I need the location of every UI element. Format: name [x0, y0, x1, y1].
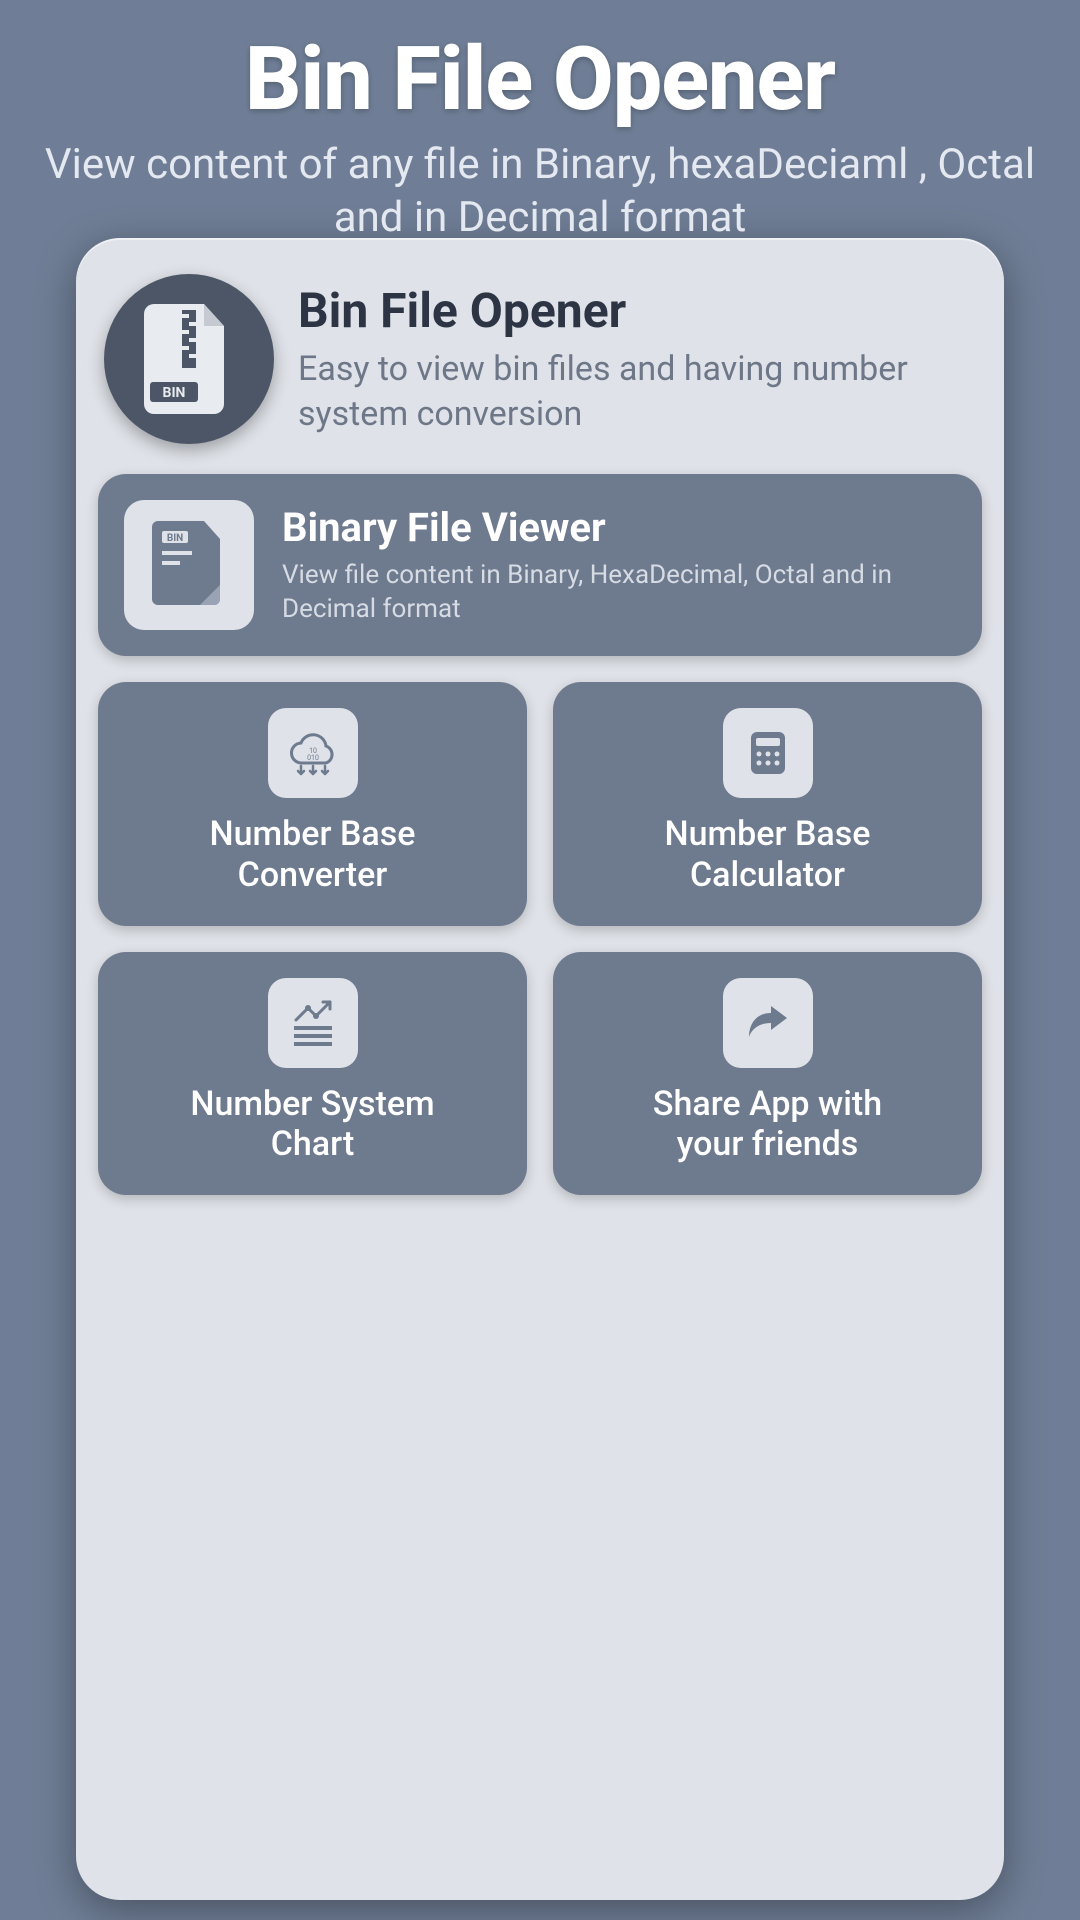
hero-subtitle: View content of any file in Binary, hexa…	[0, 139, 1080, 244]
feature-subtitle: View file content in Binary, HexaDecimal…	[282, 559, 956, 627]
hero-title: Bin File Opener	[0, 28, 1080, 131]
feature-text: Binary File Viewer View file content in …	[282, 504, 956, 627]
share-icon	[723, 978, 813, 1068]
tile-label: Number Base Converter	[210, 814, 416, 896]
tile-grid: 10 010 Number Base Converter	[98, 682, 982, 1195]
bin-file-icon: BIN	[144, 304, 234, 414]
tile-number-base-converter[interactable]: 10 010 Number Base Converter	[98, 682, 527, 926]
main-card: BIN Bin File Opener Easy to view bin fil…	[76, 238, 1004, 1900]
hero: Bin File Opener View content of any file…	[0, 0, 1080, 244]
app-icon: BIN	[104, 274, 274, 444]
feature-binary-file-viewer[interactable]: BIN Binary File Viewer View file content…	[98, 474, 982, 656]
app-header: BIN Bin File Opener Easy to view bin fil…	[98, 268, 982, 474]
tile-share-app[interactable]: Share App with your friends	[553, 952, 982, 1196]
tile-number-base-calculator[interactable]: Number Base Calculator	[553, 682, 982, 926]
chart-icon	[268, 978, 358, 1068]
tile-label: Share App with your friends	[653, 1084, 882, 1166]
tile-number-system-chart[interactable]: Number System Chart	[98, 952, 527, 1196]
calculator-icon	[723, 708, 813, 798]
app-tagline: Easy to view bin files and having number…	[298, 347, 976, 435]
bin-badge-text: BIN	[163, 385, 186, 401]
svg-text:BIN: BIN	[167, 533, 183, 544]
file-bin-icon: BIN	[124, 500, 254, 630]
tile-label: Number Base Calculator	[665, 814, 871, 896]
svg-text:010: 010	[307, 754, 319, 762]
cloud-binary-icon: 10 010	[268, 708, 358, 798]
feature-title: Binary File Viewer	[282, 504, 956, 551]
app-header-text: Bin File Opener Easy to view bin files a…	[298, 282, 976, 435]
tile-label: Number System Chart	[190, 1084, 434, 1166]
app-name: Bin File Opener	[298, 282, 976, 339]
